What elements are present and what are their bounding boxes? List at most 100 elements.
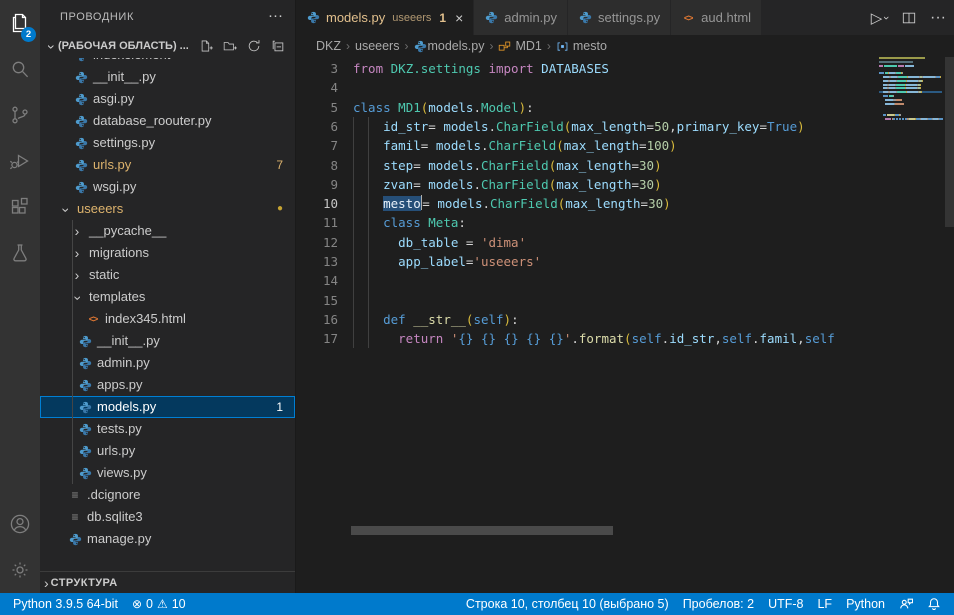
search-icon[interactable]	[0, 46, 40, 92]
tree-item-models-py[interactable]: models.py1	[40, 396, 295, 418]
tree-item-database-roouter-py[interactable]: database_roouter.py	[40, 110, 295, 132]
line-number-5[interactable]: 5	[296, 98, 338, 117]
breadcrumb-models-py[interactable]: models.py	[413, 39, 484, 53]
run-button[interactable]: ▷›	[871, 9, 888, 27]
settings-gear-icon[interactable]	[0, 547, 40, 593]
encoding-setting[interactable]: UTF-8	[761, 593, 810, 615]
tree-item-manage-py[interactable]: manage.py	[40, 528, 295, 550]
code-line-16[interactable]: def __str__(self):	[353, 310, 519, 329]
tree-item-init-py[interactable]: __init__.py	[40, 330, 295, 352]
line-number-10[interactable]: 10	[296, 194, 338, 213]
tree-item-wsgi-py[interactable]: wsgi.py	[40, 176, 295, 198]
tree-item-urls-py[interactable]: urls.py7	[40, 154, 295, 176]
line-number-12[interactable]: 12	[296, 233, 338, 252]
tree-item-tests-py[interactable]: tests.py	[40, 418, 295, 440]
breadcrumb-useeers[interactable]: useeers	[355, 39, 399, 53]
extensions-icon[interactable]	[0, 184, 40, 230]
line-number-11[interactable]: 11	[296, 213, 338, 232]
line-number-3[interactable]: 3	[296, 59, 338, 78]
tree-item-urls-py[interactable]: urls.py	[40, 440, 295, 462]
notifications-bell-icon[interactable]	[920, 593, 948, 615]
file-tree: indexelement__init__.pyasgi.pydatabase_r…	[40, 0, 295, 593]
cursor-position[interactable]: Строка 10, столбец 10 (выбрано 5)	[459, 593, 676, 615]
python-file-icon	[78, 335, 92, 348]
code-line-13[interactable]: app_label='useeers'	[353, 252, 541, 271]
python-file-icon	[78, 423, 92, 436]
split-editor-icon[interactable]	[902, 11, 916, 25]
editor-indent-guide	[353, 117, 354, 349]
tree-item-asgi-py[interactable]: asgi.py	[40, 88, 295, 110]
code-line-9[interactable]: zvan= models.CharField(max_length=30)	[353, 175, 662, 194]
tree-item-init-py[interactable]: __init__.py	[40, 66, 295, 88]
workspace-section-header[interactable]: › (РАБОЧАЯ ОБЛАСТЬ) ...	[40, 34, 295, 58]
testing-icon[interactable]	[0, 230, 40, 276]
collapse-all-icon[interactable]	[271, 39, 285, 53]
tree-item-useeers[interactable]: ›useeers●	[40, 198, 295, 220]
chevron-down-icon: ›	[55, 207, 77, 212]
line-number-15[interactable]: 15	[296, 291, 338, 310]
breadcrumb-md1[interactable]: MD1	[498, 39, 541, 53]
tree-item-migrations[interactable]: ›migrations	[40, 242, 295, 264]
outline-label: СТРУКТУРА	[51, 577, 118, 589]
explorer-more-icon[interactable]: ···	[268, 0, 283, 32]
code-editor[interactable]: 3 from DKZ.settings import DATABASES 45 cla…	[296, 57, 879, 583]
line-number-16[interactable]: 16	[296, 310, 338, 329]
run-debug-icon[interactable]	[0, 138, 40, 184]
line-number-8[interactable]: 8	[296, 156, 338, 175]
tree-item-pycache[interactable]: ›__pycache__	[40, 220, 295, 242]
line-number-4[interactable]: 4	[296, 78, 338, 97]
tab-settings-py[interactable]: settings.py	[568, 0, 670, 35]
indentation-setting[interactable]: Пробелов: 2	[676, 593, 761, 615]
line-number-9[interactable]: 9	[296, 175, 338, 194]
feedback-icon[interactable]	[892, 593, 920, 615]
tree-item-static[interactable]: ›static	[40, 264, 295, 286]
refresh-icon[interactable]	[247, 39, 261, 53]
new-file-icon[interactable]	[199, 39, 213, 53]
tree-item-apps-py[interactable]: apps.py	[40, 374, 295, 396]
line-number-17[interactable]: 17	[296, 329, 338, 348]
code-line-12[interactable]: db_table = 'dima'	[353, 233, 526, 252]
vertical-scrollbar[interactable]	[945, 57, 954, 227]
tab-models-py[interactable]: models.pyuseeers1×	[296, 0, 473, 35]
python-file-icon	[306, 11, 320, 24]
tree-item-templates[interactable]: ›templates	[40, 286, 295, 308]
code-line-11[interactable]: class Meta:	[353, 213, 466, 232]
code-line-10[interactable]: mesto= models.CharField(max_length=30)	[353, 194, 671, 213]
tree-item-db-sqlite3[interactable]: ≡db.sqlite3	[40, 506, 295, 528]
line-number-13[interactable]: 13	[296, 252, 338, 271]
line-number-14[interactable]: 14	[296, 271, 338, 290]
tab-admin-py[interactable]: admin.py	[474, 0, 567, 35]
account-icon[interactable]	[0, 501, 40, 547]
explorer-icon[interactable]: 2	[0, 0, 40, 46]
close-icon[interactable]: ×	[455, 10, 463, 26]
editor-actions: ▷› ···	[871, 0, 946, 35]
line-number-7[interactable]: 7	[296, 136, 338, 155]
language-mode[interactable]: Python	[839, 593, 892, 615]
code-line-3[interactable]: from DKZ.settings import DATABASES	[353, 59, 609, 78]
tree-item-settings-py[interactable]: settings.py	[40, 132, 295, 154]
chevron-right-icon: ›	[75, 264, 80, 286]
tab-aud-html[interactable]: <>aud.html	[671, 0, 761, 35]
tree-item-views-py[interactable]: views.py	[40, 462, 295, 484]
horizontal-scrollbar[interactable]	[351, 526, 613, 535]
tree-item-dcignore[interactable]: ≡.dcignore	[40, 484, 295, 506]
breadcrumb-dkz[interactable]: DKZ	[316, 39, 341, 53]
more-actions-icon[interactable]: ···	[930, 9, 946, 27]
eol-setting[interactable]: LF	[810, 593, 839, 615]
new-folder-icon[interactable]	[223, 39, 237, 53]
tree-item-index345-html[interactable]: <>index345.html	[40, 308, 295, 330]
code-line-5[interactable]: class MD1(models.Model):	[353, 98, 534, 117]
problems-indicator[interactable]: ⊗0 ⚠10	[125, 593, 193, 615]
code-line-7[interactable]: famil= models.CharField(max_length=100)	[353, 136, 677, 155]
outline-section-header[interactable]: › СТРУКТУРА	[40, 571, 295, 593]
explorer-title: ПРОВОДНИК	[60, 0, 134, 34]
code-line-8[interactable]: step= models.CharField(max_length=30)	[353, 156, 662, 175]
tree-item-admin-py[interactable]: admin.py	[40, 352, 295, 374]
line-number-6[interactable]: 6	[296, 117, 338, 136]
minimap[interactable]	[879, 57, 942, 583]
code-line-6[interactable]: id_str= models.CharField(max_length=50,p…	[353, 117, 805, 136]
python-interpreter[interactable]: Python 3.9.5 64-bit	[6, 593, 125, 615]
breadcrumb-mesto[interactable]: mesto	[556, 39, 607, 53]
source-control-icon[interactable]	[0, 92, 40, 138]
code-line-17[interactable]: return '{} {} {} {} {}'.format(self.id_s…	[353, 329, 835, 348]
